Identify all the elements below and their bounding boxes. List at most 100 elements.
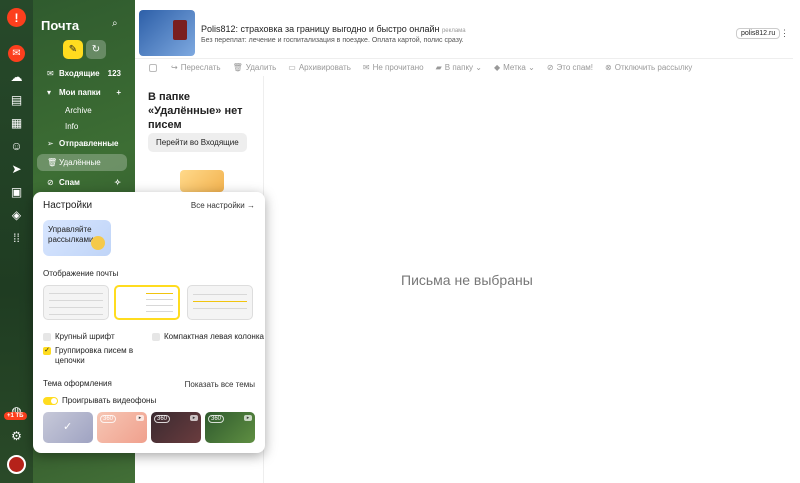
compact-column-label: Компактная левая колонка <box>164 332 264 341</box>
show-all-themes-link[interactable]: Показать все темы <box>185 380 255 389</box>
move-label: В папку <box>444 63 474 72</box>
mark-unread-button[interactable]: ✉ Не прочитано <box>363 63 424 72</box>
sidebar-item-spam[interactable]: ⊘ Спам ✧ <box>37 174 127 191</box>
theme-option-1[interactable]: ✓ <box>43 412 93 443</box>
video-icon: ▸ <box>136 415 144 421</box>
telemost-icon[interactable]: ➤ <box>8 160 25 177</box>
toggle-switch[interactable] <box>43 396 58 405</box>
compose-button[interactable]: ✎ <box>63 40 83 59</box>
ad-image <box>139 10 195 56</box>
sidebar-item-deleted[interactable]: 🗑 Удалённые <box>37 154 127 171</box>
large-font-checkbox[interactable]: Крупный шрифт <box>43 332 115 342</box>
select-all-checkbox[interactable] <box>149 63 157 72</box>
inbox-icon: ✉ <box>47 69 54 78</box>
go-to-inbox-button[interactable]: Перейти во Входящие <box>148 133 247 152</box>
more-menu-icon[interactable]: ⋮ <box>780 28 789 39</box>
apps-grid-icon[interactable]: ⁞⁞ <box>8 229 25 246</box>
contacts-icon[interactable]: ☺ <box>8 137 25 154</box>
layout-option-list[interactable] <box>43 285 109 320</box>
label-label: Метка <box>503 63 526 72</box>
theme-section-label: Тема оформления <box>43 379 112 388</box>
theme-tag: 360 <box>208 415 225 423</box>
envelope-icon: ✉ <box>362 63 370 72</box>
archive-icon: ▭ <box>288 63 296 72</box>
sidebar-item-my-folders[interactable]: ▾ Мои папки + <box>37 84 127 101</box>
ad-tag: реклама <box>441 28 466 34</box>
unsubscribe-label: Отключить рассылку <box>614 63 693 72</box>
sidebar-item-inbox[interactable]: ✉ Входящие 123 <box>37 65 127 82</box>
large-font-label: Крупный шрифт <box>55 332 115 341</box>
bulb-icon <box>91 236 105 250</box>
trash-icon: 🗑 <box>232 63 243 72</box>
video-icon: ▸ <box>190 415 198 421</box>
sidebar-item-label: Входящие <box>59 69 100 78</box>
notes-icon[interactable]: ▣ <box>8 183 25 200</box>
no-message-selected: Письма не выбраны <box>401 272 533 288</box>
unsubscribe-button[interactable]: ⊗ Отключить рассылку <box>605 63 692 72</box>
spam-button[interactable]: ⊘ Это спам! <box>547 63 593 72</box>
storage-badge: +1 ТБ <box>4 412 27 420</box>
manage-subscriptions-card[interactable]: Управляйте рассылками <box>43 220 111 256</box>
mail-icon[interactable]: ✉ <box>8 45 25 62</box>
spam-icon: ⊘ <box>546 63 554 72</box>
forward-label: Переслать <box>180 63 221 72</box>
settings-gear-icon[interactable]: ⚙ <box>8 427 25 444</box>
delete-button[interactable]: 🗑 Удалить <box>233 63 277 72</box>
all-settings-link[interactable]: Все настройки → <box>191 201 255 210</box>
sidebar-item-label: Спам <box>59 178 80 187</box>
promo-label: Управляйте рассылками <box>48 225 94 244</box>
archive-button[interactable]: ▭ Архивировать <box>288 63 351 72</box>
empty-illustration <box>180 170 224 192</box>
sidebar-item-label: Удалённые <box>59 158 101 167</box>
calendar-icon[interactable]: ▦ <box>8 114 25 131</box>
archive-label: Архивировать <box>298 63 351 72</box>
layout-option-split[interactable] <box>114 285 180 320</box>
disk-icon[interactable]: ☁ <box>8 68 25 85</box>
theme-tag: 360 <box>100 415 117 423</box>
display-section-label: Отображение почты <box>43 269 119 278</box>
theme-tag: 360 <box>154 415 171 423</box>
sidebar-item-archive[interactable]: Archive <box>65 106 92 115</box>
ad-subtitle: Без переплат: лечение и госпитализация в… <box>201 37 464 44</box>
settings-popup: Настройки Все настройки → Управляйте рас… <box>33 192 265 453</box>
avatar[interactable] <box>7 455 26 474</box>
sidebar-item-info[interactable]: Info <box>65 122 78 131</box>
theme-option-2[interactable]: 360 ▸ <box>97 412 147 443</box>
video-icon: ▸ <box>244 415 252 421</box>
search-icon[interactable]: ⌕ <box>112 18 118 29</box>
theme-option-3[interactable]: 360 ▸ <box>151 412 201 443</box>
sidebar-title: Почта <box>41 18 80 33</box>
spam-icon: ⊘ <box>47 178 54 187</box>
move-to-folder-button[interactable]: ▰ В папку ⌄ <box>436 63 482 72</box>
video-bg-toggle[interactable]: Проигрывать видеофоны <box>43 396 156 405</box>
message-toolbar: ↪ Переслать 🗑 Удалить ▭ Архивировать ✉ Не пр… <box>135 59 800 76</box>
sidebar-item-label: Мои папки <box>59 88 101 97</box>
layout-option-preview[interactable] <box>187 285 253 320</box>
compact-column-checkbox[interactable]: Компактная левая колонка <box>152 332 264 342</box>
theme-option-4[interactable]: 360 ▸ <box>205 412 255 443</box>
sidebar-item-sent[interactable]: ➢ Отправленные <box>37 135 127 152</box>
app-rail: ! ✉ ☁ ▤ ▦ ☺ ➤ ▣ ◈ ⁞⁞ ◍ +1 ТБ ⚙ <box>0 0 33 483</box>
check-icon: ✓ <box>43 347 51 355</box>
add-folder-icon[interactable]: + <box>116 88 121 97</box>
forward-button[interactable]: ↪ Переслать <box>171 63 221 72</box>
unsubscribe-icon: ⊗ <box>605 63 612 72</box>
ad-title[interactable]: Polis812: страховка за границу выгодно и… <box>201 24 466 34</box>
forward-icon: ↪ <box>171 63 178 72</box>
delete-label: Удалить <box>245 63 277 72</box>
refresh-button[interactable]: ↻ <box>86 40 106 59</box>
trash-icon: 🗑 <box>47 158 58 167</box>
spam-label: Это спам! <box>556 63 594 72</box>
messenger-icon[interactable]: ◈ <box>8 206 25 223</box>
ad-title-text: Polis812: страховка за границу выгодно и… <box>201 24 440 34</box>
tag-icon: ◆ <box>493 63 501 72</box>
grouping-checkbox[interactable]: ✓ Группировка писем в цепочки <box>43 346 138 366</box>
passport-icon <box>173 20 187 40</box>
ad-link-button[interactable]: polis812.ru <box>736 28 781 39</box>
docs-icon[interactable]: ▤ <box>8 91 25 108</box>
clean-icon[interactable]: ✧ <box>114 178 121 187</box>
pencil-icon: ✎ <box>68 44 78 55</box>
yandex-logo-icon[interactable]: ! <box>7 8 26 27</box>
ad-banner[interactable]: Polis812: страховка за границу выгодно и… <box>135 0 793 59</box>
label-button[interactable]: ◆ Метка ⌄ <box>494 63 535 72</box>
